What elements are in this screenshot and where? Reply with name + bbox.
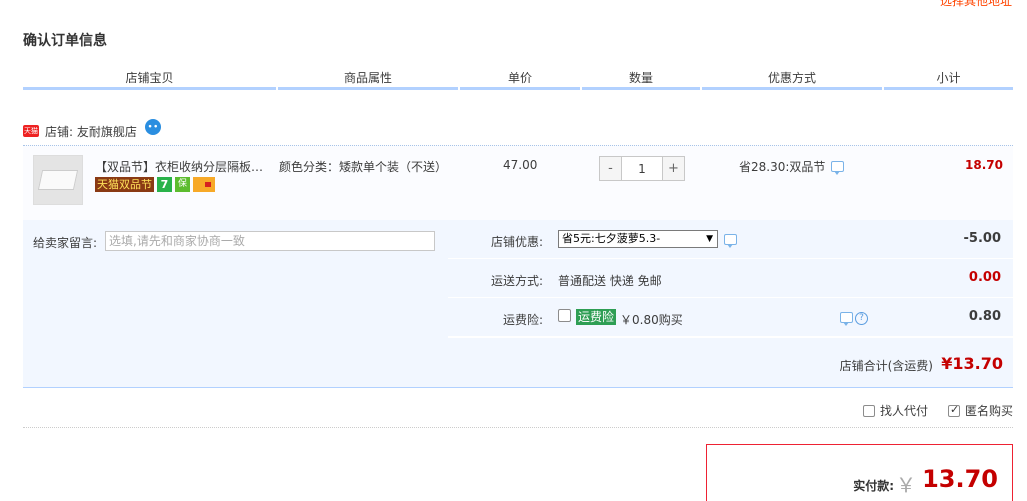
- extra-options: 找人代付 匿名购买: [862, 402, 1013, 419]
- proxy-pay-option[interactable]: 找人代付: [862, 402, 928, 419]
- page-title: 确认订单信息: [23, 33, 107, 49]
- anonymous-checkbox[interactable]: [947, 403, 960, 417]
- shop-discount-select[interactable]: 省5元:七夕菠萝5.3- ▼: [558, 230, 718, 248]
- chat-bubble-icon[interactable]: ∙∙: [144, 119, 161, 135]
- anonymous-label: 匿名购买: [964, 404, 1013, 418]
- shop-discount-amount: -5.00: [963, 231, 1001, 246]
- memo-input[interactable]: [105, 231, 435, 251]
- insurance-row: 运费险: 运费险 ￥0.80购买 ? 0.80: [448, 298, 1013, 337]
- col-header-item: 店铺宝贝: [23, 70, 276, 90]
- payment-label: 实付款:: [853, 479, 894, 493]
- help-icon[interactable]: ?: [855, 312, 868, 325]
- col-header-discount: 优惠方式: [702, 70, 882, 90]
- shipping-amount: 0.00: [968, 270, 1001, 285]
- product-thumbnail[interactable]: [33, 155, 83, 205]
- dropdown-arrow-icon: ▼: [706, 234, 713, 244]
- insurance-icons: ?: [840, 312, 868, 326]
- guarantee-icon: 保: [175, 177, 190, 192]
- qty-increase-button[interactable]: +: [663, 157, 684, 180]
- shop-total-label: 店铺合计(含运费): [839, 359, 933, 373]
- col-header-subtotal: 小计: [884, 70, 1013, 90]
- insurance-checkbox[interactable]: [558, 309, 571, 322]
- insurance-label: 运费险:: [502, 313, 543, 327]
- item-subtotal: 18.70: [965, 158, 1003, 172]
- shop-name-link[interactable]: 店铺: 友耐旗舰店: [45, 123, 137, 140]
- change-address-link[interactable]: 选择其他地址: [940, 0, 1012, 9]
- message-icon[interactable]: [840, 312, 853, 326]
- shipping-label: 运送方式:: [490, 274, 543, 288]
- tmall-logo: 天猫: [23, 125, 39, 137]
- shop-discount-row: 店铺优惠: 省5元:七夕菠萝5.3- ▼ -5.00: [448, 220, 1013, 259]
- insurance-amount: 0.80: [968, 309, 1001, 324]
- currency-symbol: ￥: [896, 473, 916, 497]
- table-header: 店铺宝贝 商品属性 单价 数量 优惠方式 小计: [23, 70, 1013, 94]
- qty-decrease-button[interactable]: -: [600, 157, 621, 180]
- shipping-method: 普通配送 快递 免邮: [558, 274, 662, 288]
- discount-text: 省28.30:双品节: [739, 160, 826, 174]
- message-icon[interactable]: [724, 234, 737, 248]
- order-item-row: 【双品节】衣柜收纳分层隔板宿舍神器 天猫双品节 7 保 颜色分类：矮款单个装（不…: [23, 145, 1013, 220]
- shop-discount-label: 店铺优惠:: [490, 235, 543, 249]
- proxy-pay-label: 找人代付: [879, 404, 928, 418]
- shop-total-value: ¥13.70: [941, 354, 1003, 373]
- insurance-price: ￥0.80购买: [620, 313, 683, 327]
- divider: [23, 427, 1013, 428]
- shop-header: 天猫 店铺: 友耐旗舰店 ∙∙: [23, 119, 161, 142]
- proxy-pay-checkbox[interactable]: [862, 404, 875, 417]
- product-attribute: 颜色分类：矮款单个装（不送）: [279, 160, 448, 174]
- anonymous-option[interactable]: 匿名购买: [947, 402, 1013, 419]
- quantity-stepper: - +: [599, 156, 685, 181]
- col-header-qty: 数量: [582, 70, 700, 90]
- payment-amount: 13.70: [922, 465, 998, 493]
- col-header-attr: 商品属性: [278, 70, 458, 90]
- message-icon[interactable]: [831, 161, 845, 175]
- insurance-tag: 运费险: [576, 309, 617, 325]
- shipping-row: 运送方式: 普通配送 快递 免邮 0.00: [448, 259, 1013, 298]
- memo-area: 给卖家留言:: [23, 220, 448, 338]
- credit-card-icon: [193, 177, 215, 192]
- product-badges: 天猫双品节 7 保: [95, 177, 215, 192]
- shop-total-bar: 店铺合计(含运费) ¥13.70: [23, 338, 1013, 388]
- event-badge: 天猫双品节: [95, 177, 154, 192]
- payment-summary: 实付款: ￥ 13.70: [706, 444, 1013, 501]
- product-title-link[interactable]: 【双品节】衣柜收纳分层隔板宿舍神器: [95, 158, 275, 175]
- col-header-price: 单价: [460, 70, 580, 90]
- memo-label: 给卖家留言:: [33, 236, 98, 250]
- discount-info: 省28.30:双品节: [739, 158, 845, 175]
- qty-input[interactable]: [621, 157, 663, 180]
- seven-day-return-icon: 7: [157, 177, 172, 192]
- unit-price: 47.00: [503, 158, 538, 172]
